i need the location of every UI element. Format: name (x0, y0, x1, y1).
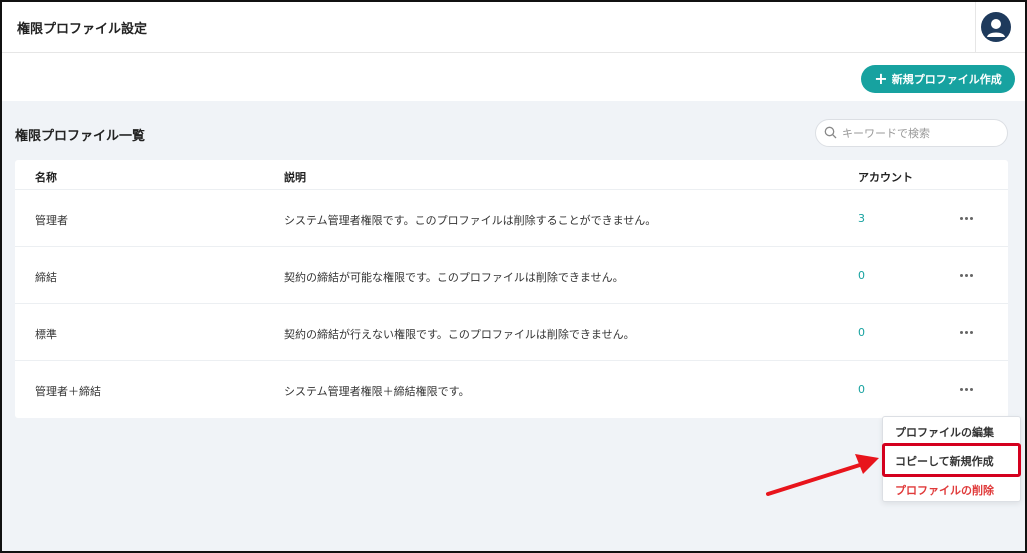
table-row[interactable]: 管理者＋締結 システム管理者権限＋締結権限です。 0 (15, 361, 1008, 418)
more-options-icon[interactable] (957, 325, 975, 339)
profile-name: 締結 (35, 271, 57, 284)
column-header-name: 名称 (35, 171, 57, 184)
account-count-link[interactable]: 0 (858, 326, 865, 339)
profile-table: 名称 説明 アカウント 管理者 システム管理者権限です。このプロファイルは削除す… (15, 160, 1008, 418)
profile-description: 契約の締結が行えない権限です。このプロファイルは削除できません。 (284, 328, 635, 341)
search-box[interactable] (815, 119, 1008, 147)
new-profile-button[interactable]: + 新規プロファイル作成 (861, 65, 1015, 93)
column-header-description: 説明 (284, 171, 306, 184)
menu-item-edit-profile[interactable]: プロファイルの編集 (895, 424, 994, 440)
account-count-link[interactable]: 0 (858, 383, 865, 396)
table-header: 名称 説明 アカウント (15, 160, 1008, 190)
menu-item-delete-profile[interactable]: プロファイルの削除 (895, 482, 994, 498)
top-bar: 権限プロファイル設定 (2, 2, 1025, 53)
profile-description: システム管理者権限です。このプロファイルは削除することができません。 (284, 214, 657, 227)
profile-description: システム管理者権限＋締結権限です。 (284, 385, 470, 398)
table-row[interactable]: 標準 契約の締結が行えない権限です。このプロファイルは削除できません。 0 (15, 304, 1008, 361)
new-profile-button-label: 新規プロファイル作成 (891, 73, 1002, 86)
profile-name: 管理者＋締結 (35, 385, 101, 398)
account-menu[interactable] (975, 2, 1025, 53)
table-row[interactable]: 管理者 システム管理者権限です。このプロファイルは削除することができません。 3 (15, 190, 1008, 247)
pointer-arrow-icon (765, 450, 885, 504)
action-bar: + 新規プロファイル作成 (2, 53, 1025, 101)
account-count-link[interactable]: 0 (858, 269, 865, 282)
table-row[interactable]: 締結 契約の締結が可能な権限です。このプロファイルは削除できません。 0 (15, 247, 1008, 304)
more-options-icon[interactable] (957, 382, 975, 396)
search-input[interactable] (842, 126, 1002, 140)
list-title: 権限プロファイル一覧 (15, 129, 146, 144)
profile-description: 契約の締結が可能な権限です。このプロファイルは削除できません。 (284, 271, 624, 284)
search-icon (824, 124, 837, 143)
column-header-accounts: アカウント (858, 171, 913, 184)
more-options-icon[interactable] (957, 211, 975, 225)
page-title: 権限プロファイル設定 (17, 22, 148, 37)
highlight-annotation (882, 443, 1021, 477)
profile-name: 標準 (35, 328, 57, 341)
user-avatar-icon[interactable] (981, 12, 1011, 42)
plus-icon: + (874, 69, 888, 88)
profile-name: 管理者 (35, 214, 68, 227)
more-options-icon[interactable] (957, 268, 975, 282)
account-count-link[interactable]: 3 (858, 212, 865, 225)
